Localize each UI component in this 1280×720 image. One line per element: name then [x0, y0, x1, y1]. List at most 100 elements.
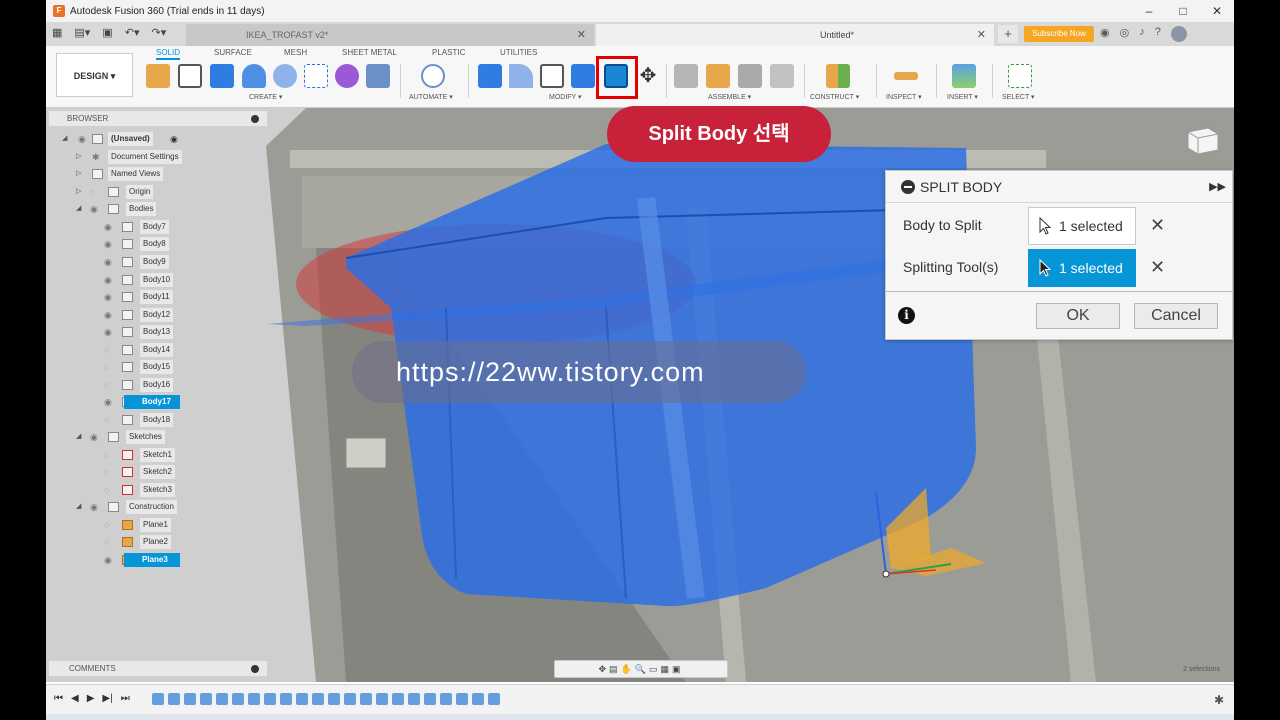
tree-body[interactable]: ◌ Body15 — [104, 360, 264, 374]
visibility-eye-icon[interactable]: ◉ — [78, 132, 86, 146]
tree-construction[interactable]: ◢ ◉ Construction — [76, 500, 266, 514]
viewports-icon[interactable]: ▣ — [672, 664, 684, 674]
motion-link-icon[interactable] — [770, 64, 794, 88]
redo-icon[interactable]: ↷▾ — [151, 26, 166, 39]
extensions-icon[interactable]: ◉ — [1100, 26, 1110, 42]
assemble-menu[interactable]: ASSEMBLE ▾ — [708, 93, 751, 101]
timeline-item[interactable] — [168, 693, 180, 705]
timeline-features[interactable] — [152, 693, 500, 705]
select-menu[interactable]: SELECT ▾ — [1002, 93, 1035, 101]
comments-panel[interactable]: COMMENTS — [48, 660, 268, 677]
collapse-arrow-icon[interactable]: ◢ — [76, 202, 84, 216]
collapse-arrow-icon[interactable]: ◢ — [62, 132, 70, 146]
visibility-eye-icon[interactable]: ◌ — [104, 518, 109, 532]
timeline-item[interactable] — [312, 693, 324, 705]
visibility-eye-icon[interactable]: ◉ — [104, 273, 112, 287]
pan-icon[interactable]: ✋ — [621, 664, 635, 674]
visibility-eye-icon[interactable]: ◉ — [104, 220, 112, 234]
minimize-button[interactable]: – — [1132, 0, 1166, 22]
visibility-eye-icon[interactable]: ◌ — [104, 360, 109, 374]
tree-body[interactable]: ◉ Body9 — [104, 255, 264, 269]
joint-icon[interactable] — [674, 64, 698, 88]
timeline-item[interactable] — [264, 693, 276, 705]
tree-document-settings[interactable]: ▷ ✱ Document Settings — [76, 150, 266, 164]
inspect-menu[interactable]: INSPECT ▾ — [886, 93, 922, 101]
tree-bodies[interactable]: ◢ ◉ Bodies — [76, 202, 266, 216]
close-button[interactable]: ✕ — [1200, 0, 1234, 22]
visibility-eye-icon[interactable]: ◌ — [104, 413, 109, 427]
tree-body[interactable]: ◌ Body14 — [104, 343, 264, 357]
step-forward-icon[interactable]: ▶| — [102, 693, 112, 704]
tab-sheet-metal[interactable]: SHEET METAL — [342, 48, 397, 57]
visibility-eye-icon[interactable]: ◉ — [90, 430, 98, 444]
construct-menu[interactable]: CONSTRUCT ▾ — [810, 93, 859, 101]
new-tab-button[interactable]: + — [998, 25, 1018, 43]
fillet-icon[interactable] — [509, 64, 533, 88]
save-icon[interactable]: ▣ — [102, 26, 112, 39]
visibility-eye-icon[interactable]: ◉ — [90, 500, 98, 514]
as-built-joint-icon[interactable] — [738, 64, 762, 88]
select-icon[interactable] — [1008, 64, 1032, 88]
timeline-item[interactable] — [392, 693, 404, 705]
play-icon[interactable]: ▶ — [87, 693, 95, 704]
derive-icon[interactable] — [366, 64, 390, 88]
collapse-arrow-icon[interactable]: ◢ — [76, 500, 84, 514]
activate-radio-icon[interactable]: ◉ — [170, 132, 178, 146]
help-icon[interactable]: ? — [1155, 26, 1161, 42]
display-settings-icon[interactable]: ▭ — [649, 664, 661, 674]
look-at-icon[interactable]: ▤ — [609, 664, 621, 674]
tab-ikea-trofast[interactable]: IKEA_TROFAST v2* ✕ — [186, 24, 594, 46]
timeline-item[interactable] — [344, 693, 356, 705]
timeline-item[interactable] — [184, 693, 196, 705]
offset-plane-icon[interactable] — [826, 64, 850, 88]
cancel-button[interactable]: Cancel — [1134, 303, 1218, 329]
tree-body[interactable]: ◉ Body13 — [104, 325, 264, 339]
expand-dialog-icon[interactable]: ▶▶ — [1209, 171, 1226, 203]
browser-collapse-icon[interactable] — [251, 115, 259, 123]
go-to-end-icon[interactable]: ⏭ — [121, 693, 130, 704]
tab-plastic[interactable]: PLASTIC — [432, 48, 465, 57]
notifications-icon[interactable]: ♪ — [1139, 26, 1145, 42]
visibility-eye-icon[interactable]: ◌ — [104, 535, 109, 549]
splitting-tool-selector[interactable]: 1 selected — [1028, 249, 1136, 287]
browser-header[interactable]: BROWSER — [48, 110, 268, 127]
timeline-item[interactable] — [248, 693, 260, 705]
collapse-dialog-icon[interactable] — [901, 180, 915, 194]
go-to-start-icon[interactable]: ⏮ — [54, 693, 63, 704]
create-sketch-icon[interactable] — [178, 64, 202, 88]
timeline-item[interactable] — [424, 693, 436, 705]
automate-menu[interactable]: AUTOMATE ▾ — [409, 93, 453, 101]
ok-button[interactable]: OK — [1036, 303, 1120, 329]
tree-sketch[interactable]: ◌ Sketch1 — [104, 448, 264, 462]
timeline-item[interactable] — [152, 693, 164, 705]
visibility-eye-icon[interactable]: ◌ — [90, 185, 95, 199]
data-panel-grid-icon[interactable]: ▦ — [52, 26, 62, 39]
tree-body-selected[interactable]: ◉ Body17 — [104, 395, 264, 409]
maximize-button[interactable]: □ — [1166, 0, 1200, 22]
timeline-item[interactable] — [488, 693, 500, 705]
timeline-item[interactable] — [216, 693, 228, 705]
visibility-eye-icon[interactable]: ◌ — [104, 343, 109, 357]
tree-body[interactable]: ◉ Body11 — [104, 290, 264, 304]
shell-icon[interactable] — [540, 64, 564, 88]
tree-origin[interactable]: ▷ ◌ Origin — [76, 185, 266, 199]
timeline-item[interactable] — [280, 693, 292, 705]
new-component-assemble-icon[interactable] — [706, 64, 730, 88]
close-tab-icon[interactable]: ✕ — [577, 24, 586, 46]
tree-body[interactable]: ◌ Body16 — [104, 378, 264, 392]
timeline-item[interactable] — [232, 693, 244, 705]
visibility-eye-icon[interactable]: ◌ — [104, 378, 109, 392]
timeline-item[interactable] — [472, 693, 484, 705]
automate-icon[interactable] — [421, 64, 445, 88]
visibility-eye-icon[interactable]: ◉ — [104, 308, 112, 322]
workspace-switcher-button[interactable]: DESIGN ▾ — [56, 53, 133, 97]
tree-plane[interactable]: ◌ Plane2 — [104, 535, 264, 549]
visibility-eye-icon[interactable]: ◉ — [90, 202, 98, 216]
insert-image-icon[interactable] — [952, 64, 976, 88]
visibility-eye-icon[interactable]: ◌ — [104, 483, 109, 497]
avatar[interactable] — [1170, 26, 1187, 42]
expand-arrow-icon[interactable]: ▷ — [76, 167, 84, 181]
tree-body[interactable]: ◉ Body8 — [104, 237, 264, 251]
visibility-eye-icon[interactable]: ◉ — [104, 395, 112, 409]
press-pull-icon[interactable] — [478, 64, 502, 88]
